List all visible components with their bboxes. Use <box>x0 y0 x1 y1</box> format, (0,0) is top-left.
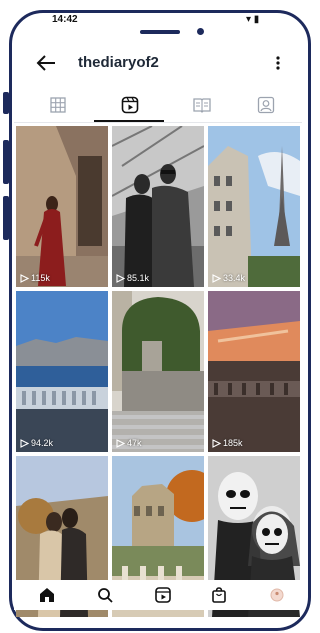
nav-profile[interactable] <box>264 582 290 608</box>
play-icon <box>116 273 125 283</box>
active-tab-indicator <box>94 120 164 122</box>
reel-tile[interactable]: 94.2k <box>16 291 108 452</box>
play-icon <box>20 438 29 448</box>
tab-grid[interactable] <box>22 88 94 121</box>
profile-header: thediaryof2 <box>20 50 292 78</box>
play-icon <box>212 438 221 448</box>
play-icon <box>116 438 125 448</box>
reels-icon <box>121 96 139 113</box>
views-count: 115k <box>20 273 50 283</box>
shopping-bag-icon <box>212 587 226 603</box>
profile-tabs <box>14 88 302 123</box>
views-count: 47k <box>116 438 142 448</box>
views-label: 33.4k <box>223 273 246 283</box>
search-icon <box>98 588 113 603</box>
play-icon <box>212 273 221 283</box>
nav-reels[interactable] <box>150 582 176 608</box>
reel-tile[interactable]: 33.4k <box>208 126 300 287</box>
status-icons: ▾ ▮ <box>246 14 260 25</box>
views-label: 47k <box>127 438 142 448</box>
reel-thumbnail-image <box>112 126 204 287</box>
reel-thumbnail-image <box>208 291 300 452</box>
reels-grid: 115k 85.1k 33.4k 94.2k 47k 185k <box>16 126 300 617</box>
grid-icon <box>50 96 66 113</box>
page-title: thediaryof2 <box>78 54 159 71</box>
back-button[interactable] <box>34 52 58 74</box>
kebab-menu-icon <box>276 56 280 70</box>
nav-search[interactable] <box>92 582 118 608</box>
tab-guides[interactable] <box>166 88 238 121</box>
avatar-icon <box>270 588 284 602</box>
tab-tagged[interactable] <box>230 88 302 121</box>
tagged-user-icon <box>257 96 275 113</box>
reel-tile[interactable]: 185k <box>208 291 300 452</box>
views-count: 33.4k <box>212 273 245 283</box>
views-count: 85.1k <box>116 273 149 283</box>
bottom-navigation <box>14 580 302 610</box>
nav-home[interactable] <box>34 582 60 608</box>
views-label: 85.1k <box>127 273 150 283</box>
reel-thumbnail-image <box>16 291 108 452</box>
views-count: 185k <box>212 438 243 448</box>
reel-tile[interactable]: 115k <box>16 126 108 287</box>
status-time: 14:42 <box>52 14 78 25</box>
views-label: 185k <box>223 438 243 448</box>
arrow-left-icon <box>36 55 55 71</box>
book-icon <box>193 97 211 113</box>
views-label: 115k <box>31 273 50 283</box>
home-icon <box>40 588 54 602</box>
nav-shop[interactable] <box>206 582 232 608</box>
reel-tile[interactable]: 85.1k <box>112 126 204 287</box>
camera-dot <box>197 28 204 35</box>
reel-thumbnail-image <box>112 291 204 452</box>
reel-thumbnail-image <box>208 126 300 287</box>
reel-tile[interactable]: 47k <box>112 291 204 452</box>
more-options-button[interactable] <box>270 52 286 74</box>
views-count: 94.2k <box>20 438 53 448</box>
reels-icon <box>155 587 171 603</box>
play-icon <box>20 273 29 283</box>
tab-reels[interactable] <box>94 88 166 121</box>
speaker-notch <box>140 30 180 34</box>
reel-thumbnail-image <box>16 126 108 287</box>
views-label: 94.2k <box>31 438 54 448</box>
